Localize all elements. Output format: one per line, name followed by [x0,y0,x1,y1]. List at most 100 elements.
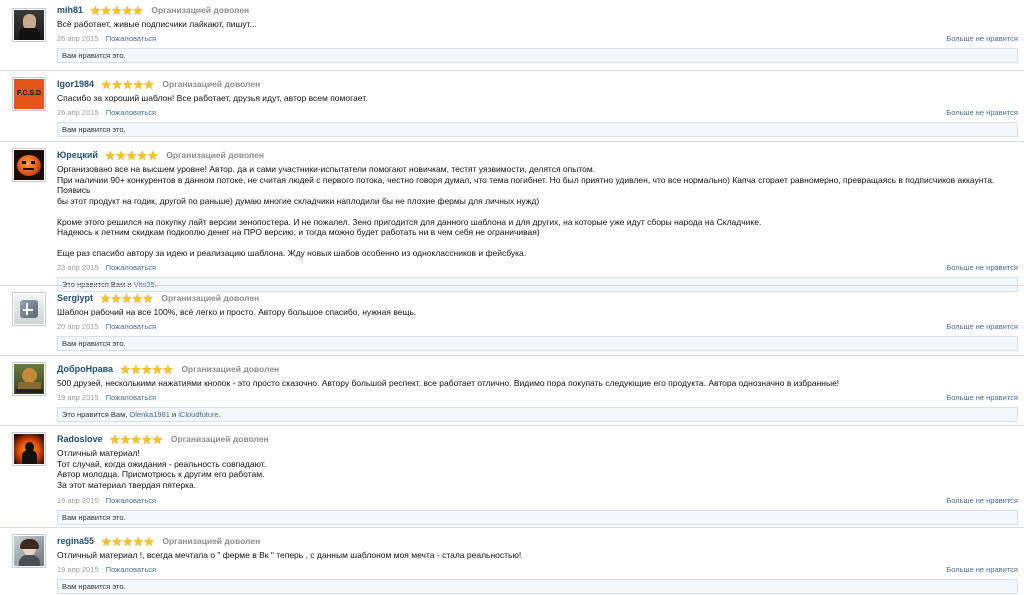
unlike-link[interactable]: Больше не нравится [946,495,1018,507]
review-text-line: Отличный материал! [57,448,140,458]
review-item: Юрецкий ★★★★★ Организацией доволен Орган… [0,141,1024,292]
review-meta: 23 апр 2015 Пожаловаться Больше не нрави… [57,262,1018,274]
star-icon: ★ [120,291,133,306]
star-icon: ★ [143,534,155,549]
likes-text: Вам нравится это. [62,124,126,134]
star-icon: ★ [147,148,159,163]
review-item: Radoslove ★★★★★ Организацией доволен Отл… [0,425,1024,525]
star-icon: ★ [162,362,174,377]
avatar[interactable] [12,292,46,326]
likes-suffix: . [218,409,221,419]
verdict-label: Организацией доволен [151,5,250,15]
unlike-link[interactable]: Больше не нравится [946,262,1018,274]
avatar[interactable] [12,362,46,396]
review-meta: 19 апр 2015 Пожаловаться Больше не нрави… [57,392,1018,404]
review-header: regina55 ★★★★★ Организацией доволен [57,533,1018,550]
star-icon: ★ [121,77,134,92]
review-text: Всё работает, живые подписчики лайкают, … [57,19,257,29]
review-header: mih81 ★★★★★ Организацией доволен [57,2,1018,19]
review-text: Спасибо за хороший шаблон! Все работает,… [57,93,368,103]
review-date: 26 апр 2015 [57,33,99,43]
review-text-line [57,206,1018,217]
review-text: Отличный материал! Тот случай, когда ожи… [57,448,1018,490]
likes-prefix: Это нравится Вам, [62,409,128,419]
review-text-line: Еще раз спасибо автору за идею и реализа… [57,248,527,258]
star-icon: ★ [132,3,144,18]
username-link[interactable]: Igor1984 [57,79,94,89]
unlike-link[interactable]: Больше не нравится [946,107,1018,119]
unlike-link[interactable]: Больше не нравится [946,392,1018,404]
review-text: Организовано все на высшем уровне! Автор… [57,164,1018,259]
star-icon: ★ [109,432,121,447]
username-link[interactable]: mih81 [57,5,83,15]
review-item: mih81 ★★★★★ Организацией доволен Всё раб… [0,2,1024,66]
unlike-link[interactable]: Больше не нравится [946,33,1018,45]
username-link[interactable]: Sergiypt [57,293,93,303]
star-icon: ★ [141,432,153,447]
review-header: Sergiypt ★★★★★ Организацией доволен [57,290,1018,307]
report-link[interactable]: Пожаловаться [106,322,156,331]
verdict-label: Организацией доволен [162,79,261,89]
review-text: Отличный материал !, всегда мечтала о " … [57,550,522,560]
report-link[interactable]: Пожаловаться [106,34,156,43]
report-link[interactable]: Пожаловаться [106,565,156,574]
avatar[interactable]: F.C.S.D [12,77,46,111]
username-link[interactable]: regina55 [57,536,94,546]
review-date: 19 апр 2015 [57,564,99,574]
review-text-line: Организовано все на высшем уровне! Автор… [57,164,596,174]
review-text-line [57,238,1018,249]
review-header: Igor1984 ★★★★★ Организацией доволен [57,76,1018,93]
verdict-label: Организацией доволен [181,364,280,374]
review-text: 500 друзей, несколькими нажатиями кнопок… [57,378,840,388]
star-icon: ★ [115,148,127,163]
review-date: 19 апр 2015 [57,392,99,402]
verdict-label: Организацией доволен [170,434,269,444]
verdict-label: Организацией доволен [162,536,261,546]
star-icon: ★ [143,77,155,92]
unlike-link[interactable]: Больше не нравится [946,564,1018,576]
star-icon: ★ [110,3,123,18]
username-link[interactable]: ДоброНрава [57,364,113,374]
report-link[interactable]: Пожаловаться [106,108,156,117]
avatar[interactable] [12,534,46,568]
star-icon: ★ [121,534,134,549]
review-item: regina55 ★★★★★ Организацией доволен Отли… [0,527,1024,594]
review-text-line: Надеюсь к летним скидкам подкоплю денег … [57,227,540,237]
liker-link[interactable]: Olenka1981 [129,410,169,419]
avatar-text: F.C.S.D [16,90,42,97]
liker-link[interactable]: iCloudfuture [178,410,218,419]
likes-summary: Вам нравится это. [57,121,1018,137]
verdict-label: Организацией доволен [166,150,265,160]
username-link[interactable]: Radoslove [57,434,103,444]
avatar[interactable] [12,148,46,182]
review-date: 20 апр 2015 [57,321,99,331]
likes-joiner: и [169,409,179,419]
review-item: F.C.S.D Igor1984 ★★★★★ Организацией дово… [0,70,1024,138]
review-text-line: Кроме этого решился на покупку лайт верс… [57,216,762,227]
likes-text: Вам нравится это. [62,50,126,60]
star-icon: ★ [151,432,164,447]
review-header: Radoslove ★★★★★ Организацией доволен [57,431,1018,448]
avatar[interactable] [12,8,46,42]
likes-text: Вам нравится это. [62,338,126,348]
likes-text: Вам нравится это. [62,513,126,522]
likes-summary: Вам нравится это. [57,578,1018,594]
review-text-line: Тот случай, когда ожидания - реальность … [57,458,267,469]
review-text: Шаблон рабочий на все 100%, всё легко и … [57,307,417,317]
review-header: ДоброНрава ★★★★★ Организацией доволен [57,361,1018,378]
likes-text: Вам нравится это. [62,581,126,591]
review-item: ДоброНрава ★★★★★ Организацией доволен 50… [0,355,1024,423]
report-link[interactable]: Пожаловаться [106,393,156,402]
review-meta: 19 апр 2015 Пожаловаться Больше не нрави… [57,495,1018,507]
report-link[interactable]: Пожаловаться [106,496,156,505]
review-meta: 26 апр 2015 Пожаловаться Больше не нрави… [57,33,1018,45]
avatar[interactable] [12,432,46,466]
review-header: Юрецкий ★★★★★ Организацией доволен [57,147,1018,164]
unlike-link[interactable]: Больше не нравится [946,321,1018,333]
star-icon: ★ [142,291,154,306]
review-date: 23 апр 2015 [57,262,99,272]
review-date: 26 апр 2015 [57,107,99,117]
reviews-list: mih81 ★★★★★ Организацией доволен Всё раб… [0,0,1024,595]
report-link[interactable]: Пожаловаться [106,263,156,272]
username-link[interactable]: Юрецкий [57,150,98,160]
